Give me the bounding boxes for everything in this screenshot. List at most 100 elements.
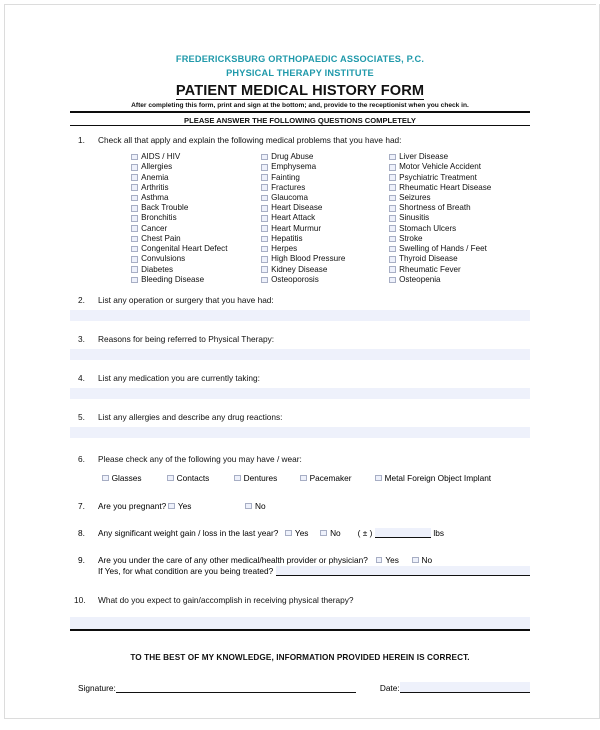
checkbox-icon[interactable] <box>389 204 396 212</box>
checkbox-icon[interactable] <box>261 184 268 192</box>
checkbox-icon[interactable] <box>167 474 174 482</box>
checkbox-icon[interactable] <box>389 245 396 253</box>
checkbox-icon[interactable] <box>131 256 138 263</box>
question-2-input[interactable] <box>70 309 530 321</box>
checkbox-icon-yes[interactable] <box>375 556 383 564</box>
option-metal-implant[interactable]: Metal Foreign Object Implant <box>375 473 491 483</box>
checkbox-icon[interactable] <box>389 225 396 233</box>
condition-item[interactable]: Herpes <box>261 244 345 254</box>
condition-item[interactable]: Allergies <box>131 162 227 172</box>
checkbox-icon-no[interactable] <box>245 502 253 510</box>
checkbox-icon[interactable] <box>102 474 109 482</box>
condition-item[interactable]: Motor Vehicle Accident <box>389 162 491 172</box>
condition-item[interactable]: Sinusitis <box>389 213 491 223</box>
checkbox-icon[interactable] <box>131 194 138 202</box>
condition-item[interactable]: Convulsions <box>131 254 227 264</box>
checkbox-icon[interactable] <box>131 266 138 273</box>
date-input[interactable] <box>399 682 530 694</box>
condition-item[interactable]: Liver Disease <box>389 152 491 162</box>
condition-item[interactable]: Fainting <box>261 172 345 182</box>
condition-item[interactable]: Osteoporosis <box>261 275 345 285</box>
question-8-amount-input[interactable] <box>375 527 432 538</box>
condition-item[interactable]: Anemia <box>131 172 227 182</box>
condition-item[interactable]: Hepatitis <box>261 234 345 244</box>
checkbox-icon[interactable] <box>131 204 138 212</box>
checkbox-icon[interactable] <box>261 245 268 253</box>
condition-item[interactable]: Chest Pain <box>131 234 227 244</box>
condition-item[interactable]: Stomach Ulcers <box>389 224 491 234</box>
condition-item[interactable]: Bleeding Disease <box>131 275 227 285</box>
checkbox-icon[interactable] <box>131 184 138 192</box>
condition-item[interactable]: Asthma <box>131 193 227 203</box>
condition-item[interactable]: Drug Abuse <box>261 152 345 162</box>
condition-item[interactable]: Congenital Heart Defect <box>131 244 227 254</box>
checkbox-icon[interactable] <box>389 266 396 273</box>
condition-item[interactable]: Emphysema <box>261 162 345 172</box>
checkbox-icon[interactable] <box>300 474 307 482</box>
checkbox-icon[interactable] <box>261 225 268 233</box>
condition-item[interactable]: Glaucoma <box>261 193 345 203</box>
checkbox-icon[interactable] <box>261 164 268 171</box>
checkbox-icon[interactable] <box>131 235 138 243</box>
checkbox-icon[interactable] <box>389 194 396 202</box>
condition-item[interactable]: Heart Attack <box>261 213 345 223</box>
condition-item[interactable]: Back Trouble <box>131 203 227 213</box>
checkbox-icon[interactable] <box>389 215 396 222</box>
condition-item[interactable]: Cancer <box>131 224 227 234</box>
checkbox-icon[interactable] <box>234 474 241 482</box>
checkbox-icon-yes[interactable] <box>168 502 175 510</box>
condition-item[interactable]: Kidney Disease <box>261 265 345 275</box>
checkbox-icon[interactable] <box>261 215 268 222</box>
condition-item[interactable]: Shortness of Breath <box>389 203 491 213</box>
option-dentures[interactable]: Dentures <box>234 473 300 483</box>
checkbox-icon-yes[interactable] <box>285 529 292 537</box>
question-3-input[interactable] <box>70 348 530 360</box>
question-5-input[interactable] <box>70 426 530 438</box>
option-pacemaker[interactable]: Pacemaker <box>300 473 375 483</box>
checkbox-icon[interactable] <box>131 174 138 181</box>
option-glasses[interactable]: Glasses <box>102 473 167 483</box>
checkbox-icon[interactable] <box>131 225 138 233</box>
condition-item[interactable]: Psychiatric Treatment <box>389 172 491 182</box>
condition-item[interactable]: AIDS / HIV <box>131 152 227 162</box>
condition-item[interactable]: High Blood Pressure <box>261 254 345 264</box>
condition-item[interactable]: Bronchitis <box>131 213 227 223</box>
checkbox-icon[interactable] <box>131 215 138 222</box>
question-10-input[interactable] <box>70 616 530 629</box>
condition-item[interactable]: Rheumatic Fever <box>389 265 491 275</box>
condition-item[interactable]: Rheumatic Heart Disease <box>389 183 491 193</box>
checkbox-icon[interactable] <box>261 235 268 243</box>
checkbox-icon[interactable] <box>389 276 396 284</box>
condition-item[interactable]: Swelling of Hands / Feet <box>389 244 491 254</box>
checkbox-icon[interactable] <box>261 256 268 263</box>
signature-input[interactable] <box>115 682 356 694</box>
checkbox-icon[interactable] <box>261 266 268 273</box>
condition-item[interactable]: Heart Murmur <box>261 224 345 234</box>
checkbox-icon[interactable] <box>131 164 138 171</box>
checkbox-icon[interactable] <box>389 153 396 161</box>
question-4-input[interactable] <box>70 387 530 399</box>
checkbox-icon[interactable] <box>131 153 138 161</box>
checkbox-icon[interactable] <box>261 276 268 284</box>
checkbox-icon[interactable] <box>389 164 396 171</box>
condition-item[interactable]: Fractures <box>261 183 345 193</box>
condition-item[interactable]: Seizures <box>389 193 491 203</box>
checkbox-icon[interactable] <box>389 256 396 263</box>
checkbox-icon[interactable] <box>261 174 268 181</box>
checkbox-icon[interactable] <box>389 235 396 243</box>
checkbox-icon[interactable] <box>261 194 268 202</box>
condition-item[interactable]: Osteopenia <box>389 275 491 285</box>
checkbox-icon[interactable] <box>131 276 138 284</box>
condition-item[interactable]: Arthritis <box>131 183 227 193</box>
condition-item[interactable]: Diabetes <box>131 265 227 275</box>
checkbox-icon[interactable] <box>389 174 396 181</box>
checkbox-icon-no[interactable] <box>320 529 328 537</box>
question-9-followup-input[interactable] <box>276 565 530 576</box>
checkbox-icon[interactable] <box>261 153 268 161</box>
checkbox-icon-no[interactable] <box>411 556 419 564</box>
checkbox-icon[interactable] <box>375 474 382 482</box>
option-contacts[interactable]: Contacts <box>167 473 234 483</box>
condition-item[interactable]: Heart Disease <box>261 203 345 213</box>
condition-item[interactable]: Stroke <box>389 234 491 244</box>
condition-item[interactable]: Thyroid Disease <box>389 254 491 264</box>
